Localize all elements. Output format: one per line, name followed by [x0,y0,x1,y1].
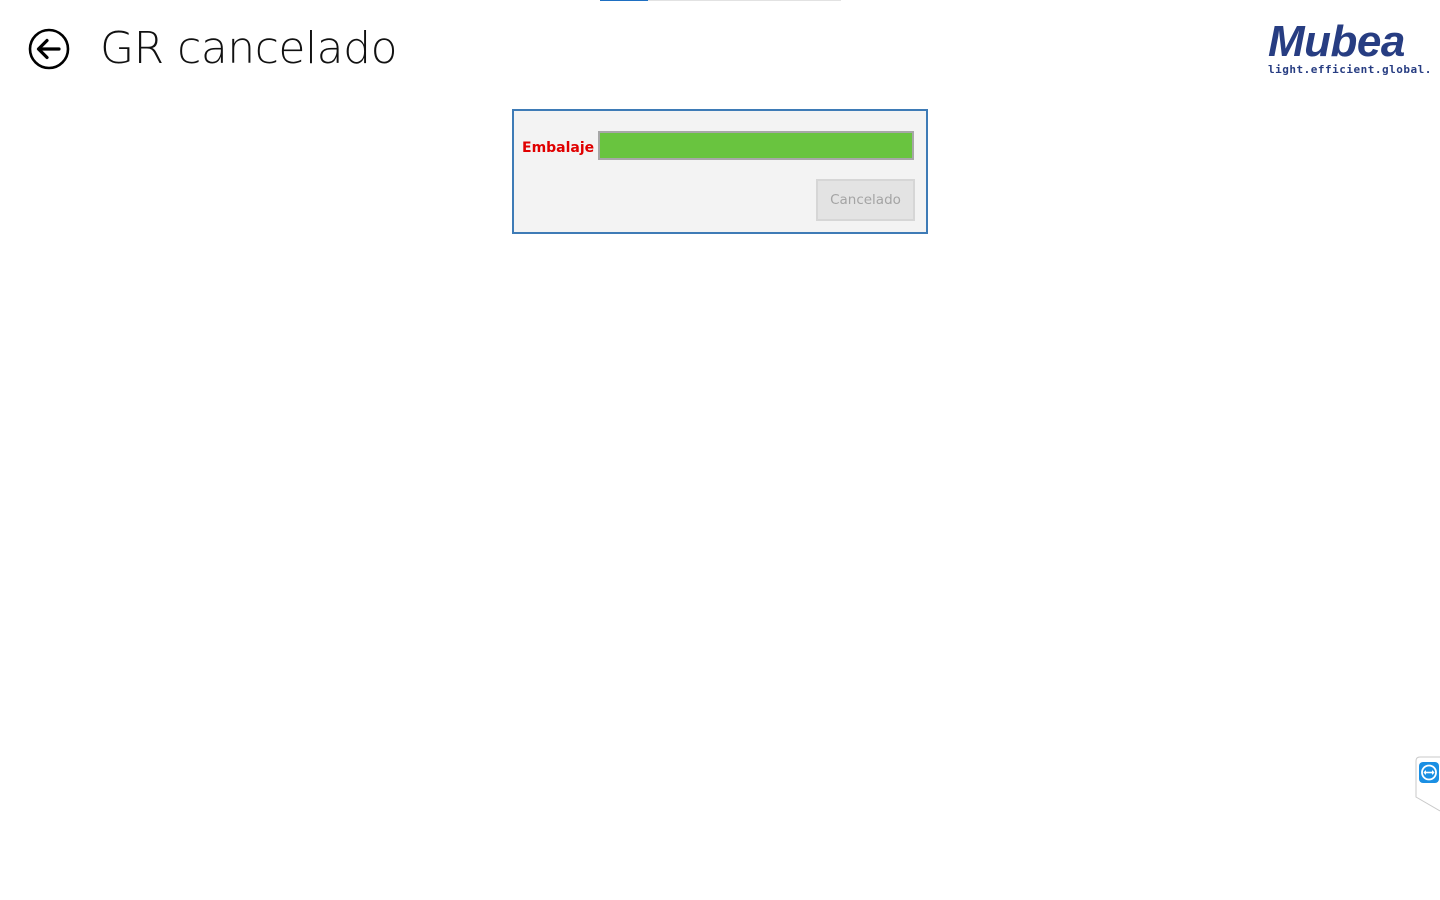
top-progress-fill [600,0,649,1]
remote-support-tab[interactable] [1414,756,1440,812]
mubea-logo: Mubea light.efficient.global. [1266,18,1432,80]
teamviewer-icon [1415,756,1440,812]
embalaje-label: Embalaje [522,140,595,156]
logo-name: Mubea [1268,17,1405,66]
embalaje-input[interactable] [598,131,914,160]
back-arrow-circle-icon [28,28,70,70]
logo-tagline: light.efficient.global. [1268,63,1432,76]
cancelado-button[interactable]: Cancelado [816,179,915,221]
page-title: GR cancelado [100,23,398,74]
app-page: GR cancelado Mubea light.efficient.globa… [0,0,1440,900]
top-progress-bar [600,0,841,1]
back-button[interactable] [28,28,70,70]
embalaje-form-panel: Embalaje Cancelado [512,109,928,234]
